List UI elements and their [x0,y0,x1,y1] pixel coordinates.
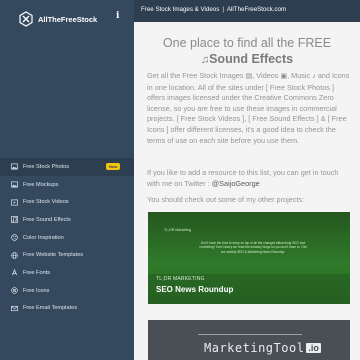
music-note-icon: ♫ [200,54,210,66]
sidebar-item-label: Free Email Templates [23,305,77,312]
sidebar-item-free-sound-effects[interactable]: Free Sound Effects [0,211,134,229]
main-content: One place to find all the FREE ♫Sound Ef… [134,22,360,360]
new-badge: New [106,163,121,170]
intro-text-d: and Icons in one location. All of the si… [147,71,350,145]
sidebar-item-free-icons[interactable]: Free Icons [0,282,134,300]
sidebar-item-label: Free Sound Effects [23,216,71,223]
top-links: Free Stock Images & Videos | AllTheFreeSto… [141,6,286,13]
contact-paragraph: If you like to add a resource to this li… [147,168,350,189]
sidebar-item-free-mockups[interactable]: Free Mockups [0,176,134,194]
card-tiny-body: Don't have the time to keep on top of al… [199,241,307,254]
marketingtool-text: MarketingTool [204,341,305,355]
headline-strong: Sound Effects [209,52,294,66]
email-icon [10,304,18,312]
sidebar-item-label: Free Stock Videos [23,199,69,206]
headline-line1: One place to find all the FREE [162,36,332,50]
site-logo[interactable]: AllTheFreeStock [18,11,138,27]
page-headline: One place to find all the FREE ♫Sound Ef… [134,35,360,68]
sidebar: AllTheFreeStock i Free Stock Photos New … [0,0,134,360]
intro-text-b: , Videos [252,71,279,80]
sidebar-item-label: Free Icons [23,287,50,294]
sidebar-item-label: Free Stock Photos [23,163,70,170]
sidebar-item-label: Free Mockups [23,181,59,188]
info-icon[interactable]: i [116,11,119,21]
sidebar-item-free-website-templates[interactable]: Free Website Templates [0,246,134,264]
sidebar-item-label: Free Website Templates [23,252,84,259]
top-link-site[interactable]: AllTheFreeStock.com [227,6,286,13]
music-icon [10,216,18,224]
font-icon [10,269,18,277]
target-icon [10,287,18,295]
intro-paragraph: Get all the Free Stock Images ▤, Videos … [147,71,350,146]
sidebar-menu: Free Stock Photos New Free Mockups Free … [0,158,134,317]
top-bar: Free Stock Images & Videos | AllTheFreeSto… [134,0,360,22]
sidebar-item-free-stock-photos[interactable]: Free Stock Photos New [0,158,134,176]
card-tiny-heading: TL;DR Marketing [164,228,192,232]
image-icon [10,163,18,171]
sidebar-item-free-stock-videos[interactable]: Free Stock Videos [0,193,134,211]
sidebar-item-free-fonts[interactable]: Free Fonts [0,264,134,282]
marketingtool-logo: MarketingTool .io [204,336,321,360]
project-card-seo-news[interactable]: TL;DR Marketing Don't have the time to k… [148,212,350,304]
video-icon [10,198,18,206]
project-card-marketingtool[interactable]: MarketingTool .io [148,320,350,360]
site-name: AllTheFreeStock [38,14,98,24]
music-icon: ♪ [312,73,316,80]
intro-text-a: Get all the Free Stock Images [147,71,244,80]
sidebar-item-free-email-templates[interactable]: Free Email Templates [0,300,134,318]
card-title: SEO News Roundup [156,285,234,294]
sidebar-item-label: Free Fonts [23,269,51,276]
marketingtool-suffix: .io [306,343,321,353]
sidebar-item-label: Color Inspiration [23,234,64,241]
top-link-free-stock[interactable]: Free Stock Images & Videos [141,6,219,13]
twitter-handle-link[interactable]: @SaijoGeorge [212,179,260,188]
globe-icon [10,251,18,259]
other-projects-text: You should check out some of my other pr… [147,195,305,204]
sidebar-item-color-inspiration[interactable]: Color Inspiration [0,229,134,247]
intro-text-c: , Music [287,71,311,80]
image-icon [10,181,18,189]
card-category: TL;DR MARKETING [156,276,205,282]
palette-icon [10,234,18,242]
top-link-separator: | [222,6,224,13]
card-divider [198,334,302,335]
hexagon-logo-icon [18,11,34,27]
